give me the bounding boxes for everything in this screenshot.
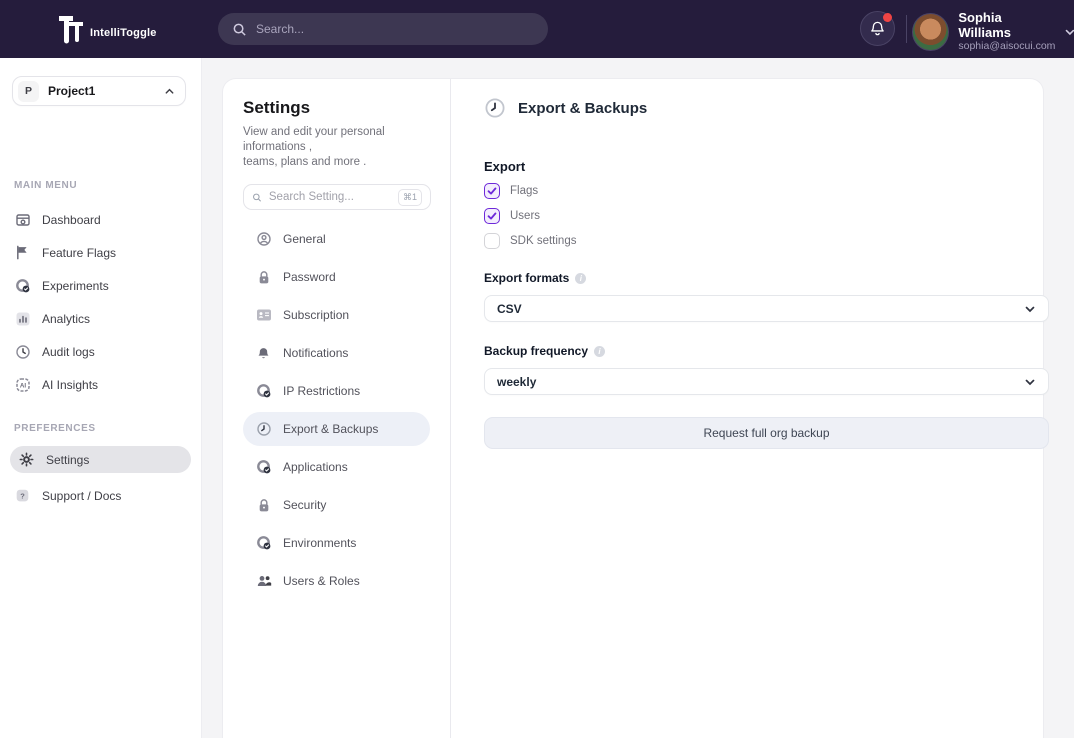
globe-check-icon	[255, 459, 272, 476]
chevron-down-icon	[1064, 26, 1074, 38]
sidebar-item-label: Experiments	[42, 279, 109, 293]
search-icon	[232, 22, 247, 37]
chevron-up-icon	[164, 86, 175, 97]
sidebar-item-dashboard[interactable]: Dashboard	[0, 203, 201, 236]
svg-text:?: ?	[20, 491, 25, 500]
settings-nav-ip-restrictions[interactable]: IP Restrictions	[243, 374, 430, 408]
settings-nav-notifications[interactable]: Notifications	[243, 336, 430, 370]
sidebar-item-ai-insights[interactable]: AI AI Insights	[0, 368, 201, 401]
checkbox-flags[interactable]: Flags	[484, 183, 1029, 199]
global-search-input[interactable]	[256, 22, 534, 36]
section-label-main-menu: MAIN MENU	[0, 180, 201, 191]
lock-icon	[255, 269, 272, 286]
chevron-down-icon	[1024, 303, 1036, 315]
ai-badge-icon: AI	[14, 376, 31, 393]
settings-nav-general[interactable]: General	[243, 222, 430, 256]
lock-icon	[255, 497, 272, 514]
request-full-org-backup-button[interactable]: Request full org backup	[484, 417, 1049, 449]
project-selector[interactable]: P Project1	[12, 76, 186, 106]
info-icon: i	[575, 273, 586, 284]
settings-nav: General Password Subscription Notificati…	[243, 222, 430, 598]
history-clock-icon	[255, 421, 272, 438]
question-badge-icon: ?	[14, 487, 31, 504]
global-search[interactable]	[218, 13, 548, 45]
sidebar-item-analytics[interactable]: Analytics	[0, 302, 201, 335]
info-icon: i	[594, 346, 605, 357]
history-clock-icon	[484, 97, 506, 119]
sidebar-item-label: Audit logs	[42, 345, 95, 359]
dashboard-icon	[14, 211, 31, 228]
settings-nav-users-roles[interactable]: Users & Roles	[243, 564, 430, 598]
project-avatar: P	[18, 81, 39, 102]
globe-check-icon	[255, 383, 272, 400]
sidebar-item-support-docs[interactable]: ? Support / Docs	[0, 479, 201, 512]
app-sidebar: P Project1 MAIN MENU Dashboard Feature F…	[0, 58, 202, 738]
bar-chart-icon	[14, 310, 31, 327]
sidebar-item-feature-flags[interactable]: Feature Flags	[0, 236, 201, 269]
settings-nav-password[interactable]: Password	[243, 260, 430, 294]
notification-dot	[883, 13, 892, 22]
checkbox-sdk-settings[interactable]: SDK settings	[484, 233, 1029, 249]
settings-search-input[interactable]	[269, 191, 398, 203]
sidebar-item-label: Analytics	[42, 312, 90, 326]
top-navigation-bar: IntelliToggle Sophia Williams sophia@ais…	[0, 0, 1074, 58]
settings-nav-panel: Settings View and edit your personal inf…	[223, 79, 451, 738]
brand: IntelliToggle	[55, 10, 157, 48]
sidebar-item-label: Settings	[46, 453, 89, 467]
chevron-down-icon	[1024, 376, 1036, 388]
checkbox-users[interactable]: Users	[484, 208, 1029, 224]
settings-card: Settings View and edit your personal inf…	[222, 78, 1044, 738]
person-circle-icon	[255, 231, 272, 248]
settings-nav-environments[interactable]: Environments	[243, 526, 430, 560]
sidebar-item-label: Dashboard	[42, 213, 101, 227]
intellitoggle-logo-icon	[55, 10, 87, 48]
brand-name: IntelliToggle	[90, 27, 157, 39]
project-name: Project1	[48, 84, 164, 98]
id-card-icon	[255, 307, 272, 324]
globe-check-icon	[14, 277, 31, 294]
export-formats-label: Export formats	[484, 271, 569, 285]
checkbox-icon	[484, 208, 500, 224]
settings-title: Settings	[243, 98, 430, 118]
section-label-preferences: PREFERENCES	[0, 423, 201, 434]
export-backups-panel: Export & Backups Export Flags Users	[463, 79, 1045, 738]
flag-icon	[14, 244, 31, 261]
search-icon	[252, 191, 262, 204]
backup-frequency-select[interactable]: weekly	[484, 368, 1049, 395]
settings-search[interactable]: ⌘1	[243, 184, 431, 210]
backup-frequency-label: Backup frequency	[484, 344, 588, 358]
settings-nav-security[interactable]: Security	[243, 488, 430, 522]
user-email: sophia@aisocui.com	[958, 40, 1056, 53]
checkbox-icon	[484, 183, 500, 199]
user-name: Sophia Williams	[958, 10, 1056, 40]
svg-text:AI: AI	[19, 382, 25, 389]
sidebar-item-label: Feature Flags	[42, 246, 116, 260]
export-group-label: Export	[484, 159, 1029, 174]
topbar-divider	[906, 15, 907, 43]
user-menu[interactable]: Sophia Williams sophia@aisocui.com	[912, 10, 1074, 53]
settings-nav-applications[interactable]: Applications	[243, 450, 430, 484]
checkbox-icon	[484, 233, 500, 249]
sidebar-item-label: AI Insights	[42, 378, 98, 392]
settings-nav-subscription[interactable]: Subscription	[243, 298, 430, 332]
settings-nav-export-backups[interactable]: Export & Backups	[243, 412, 430, 446]
globe-check-icon	[255, 535, 272, 552]
notifications-button[interactable]	[860, 11, 895, 46]
bell-icon	[869, 20, 886, 37]
export-formats-select[interactable]: CSV	[484, 295, 1049, 322]
gear-icon	[18, 451, 35, 468]
users-icon	[255, 573, 272, 590]
page-title: Export & Backups	[518, 100, 647, 117]
bell-icon	[255, 345, 272, 362]
settings-subtitle: View and edit your personal informations…	[243, 125, 430, 170]
keyboard-shortcut-badge: ⌘1	[398, 189, 422, 206]
sidebar-item-label: Support / Docs	[42, 489, 121, 503]
sidebar-item-settings[interactable]: Settings	[10, 446, 191, 473]
avatar	[912, 13, 949, 51]
clock-icon	[14, 343, 31, 360]
sidebar-item-audit-logs[interactable]: Audit logs	[0, 335, 201, 368]
sidebar-item-experiments[interactable]: Experiments	[0, 269, 201, 302]
